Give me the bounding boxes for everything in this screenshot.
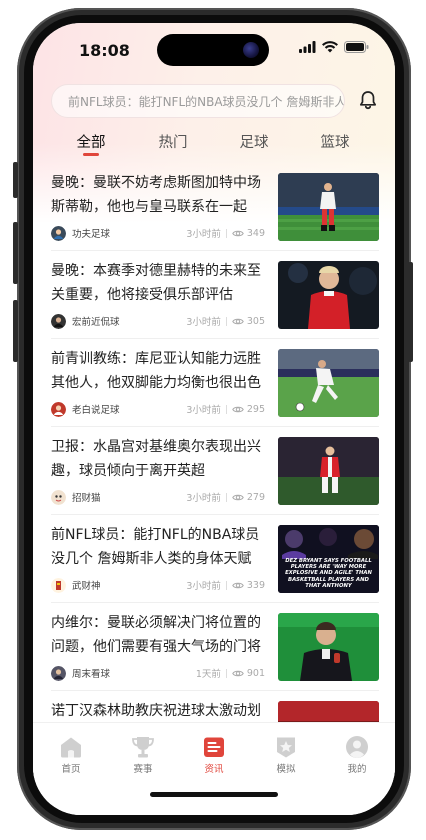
tabbar-item-news[interactable]: 资讯	[184, 735, 244, 775]
author-name: 功夫足球	[72, 229, 111, 240]
active-tab-indicator	[83, 153, 99, 156]
tabbar-label: 赛事	[133, 764, 153, 775]
view-count: 295	[246, 403, 265, 415]
search-bar[interactable]: 前NFL球员：能打NFL的NBA球员没几个 詹姆斯非人类	[51, 84, 345, 118]
meta-separator	[225, 316, 227, 326]
author-avatar	[51, 489, 66, 505]
home-icon	[61, 737, 81, 758]
author-avatar	[51, 313, 66, 329]
eye-icon	[232, 582, 244, 588]
side-button-action	[13, 162, 18, 198]
eye-icon	[232, 318, 244, 324]
news-title: 内维尔：曼联必须解决门将位置的问题，他们需要有强大气场的门将	[51, 615, 261, 655]
tab-football[interactable]: 足球	[240, 131, 269, 152]
home-indicator[interactable]	[150, 792, 278, 797]
meta-separator	[225, 668, 227, 678]
view-count: 339	[246, 579, 265, 591]
wifi-icon	[322, 41, 338, 53]
side-button-volume-up	[13, 222, 18, 284]
news-icon	[204, 737, 224, 757]
meta-separator	[225, 580, 227, 590]
news-meta: 老白说足球 3小时前 295	[51, 400, 265, 418]
news-title: 卫报：水晶宫对基维奥尔表现出兴趣，球员倾向于离开英超	[51, 439, 261, 479]
news-thumbnail	[278, 437, 379, 505]
publish-time: 1天前	[195, 669, 221, 680]
author-name: 武财神	[72, 581, 101, 592]
news-item[interactable]: 前青训教练：库尼亚认知能力远胜其他人，他双脚能力均衡也很出色 老白说足球 3小时…	[33, 339, 395, 427]
view-count: 305	[246, 315, 265, 327]
side-button-power	[408, 262, 413, 362]
publish-time: 3小时前	[186, 405, 221, 416]
side-button-volume-down	[13, 300, 18, 362]
news-meta: 周末看球 1天前 901	[51, 664, 265, 682]
tabbar-item-home[interactable]: 首页	[41, 735, 101, 775]
view-count: 901	[246, 667, 265, 679]
search-placeholder: 前NFL球员：能打NFL的NBA球员没几个 詹姆斯非人类	[68, 94, 345, 109]
eye-icon	[232, 406, 244, 412]
news-title: 前青训教练：库尼亚认知能力远胜其他人，他双脚能力均衡也很出色	[51, 351, 261, 391]
star-badge-icon	[277, 737, 295, 758]
tabbar-item-profile[interactable]: 我的	[327, 735, 387, 775]
author-avatar	[51, 225, 66, 241]
meta-separator	[225, 492, 227, 502]
trophy-icon	[132, 737, 154, 758]
author-avatar	[51, 401, 66, 417]
author-avatar	[51, 665, 66, 681]
eye-icon	[232, 670, 244, 676]
bottom-tab-bar: 首页 赛事 资讯 模拟 我的	[33, 723, 395, 815]
author-name: 老白说足球	[72, 405, 120, 416]
dynamic-island	[157, 34, 269, 66]
signal-icon	[299, 41, 316, 53]
publish-time: 3小时前	[186, 493, 221, 504]
news-meta: 功夫足球 3小时前 349	[51, 224, 265, 242]
author-name: 周末看球	[72, 669, 111, 680]
news-title: 曼晚：本赛季对德里赫特的未来至关重要，他将接受俱乐部评估	[51, 263, 261, 303]
tabbar-item-events[interactable]: 赛事	[113, 735, 173, 775]
author-avatar	[51, 577, 66, 593]
news-meta: 武财神 3小时前 339	[51, 576, 265, 594]
news-thumbnail	[278, 613, 379, 681]
news-thumbnail	[278, 349, 379, 417]
publish-time: 3小时前	[186, 317, 221, 328]
news-item[interactable]: 卫报：水晶宫对基维奥尔表现出兴趣，球员倾向于离开英超 招财猫 3小时前 279	[33, 427, 395, 515]
news-item[interactable]: 曼晚：本赛季对德里赫特的未来至关重要，他将接受俱乐部评估 宏前近侃球 3小时前 …	[33, 251, 395, 339]
meta-separator	[225, 404, 227, 414]
news-title: 曼晚：曼联不妨考虑斯图加特中场斯蒂勒，他也与皇马联系在一起	[51, 175, 261, 215]
news-meta: 宏前近侃球 3小时前 305	[51, 312, 265, 330]
tabbar-label: 首页	[61, 764, 81, 775]
view-count: 349	[246, 227, 265, 239]
tab-basketball[interactable]: 篮球	[321, 131, 350, 152]
meta-separator	[225, 228, 227, 238]
view-count: 279	[246, 491, 265, 503]
camera-icon	[243, 42, 259, 58]
status-icons	[299, 41, 369, 53]
news-item[interactable]: 前NFL球员：能打NFL的NBA球员没几个 詹姆斯非人类的身体天赋 武财神 3小…	[33, 515, 395, 603]
news-item[interactable]: 内维尔：曼联必须解决门将位置的问题，他们需要有强大气场的门将 周末看球 1天前 …	[33, 603, 395, 691]
tabbar-label: 我的	[347, 764, 367, 775]
news-thumbnail	[278, 173, 379, 241]
publish-time: 3小时前	[186, 229, 221, 240]
tabbar-label: 资讯	[204, 764, 224, 775]
publish-time: 3小时前	[186, 581, 221, 592]
status-time: 18:08	[79, 41, 130, 60]
news-item[interactable]: 曼晚：曼联不妨考虑斯图加特中场斯蒂勒，他也与皇马联系在一起 功夫足球 3小时前 …	[33, 163, 395, 251]
author-name: 招财猫	[72, 493, 101, 504]
bell-icon[interactable]	[357, 89, 379, 111]
category-tabs: 全部 热门 足球 篮球	[33, 127, 395, 163]
battery-icon	[344, 41, 369, 53]
profile-icon	[346, 736, 368, 758]
tab-hot[interactable]: 热门	[159, 131, 188, 152]
tabbar-label: 模拟	[276, 764, 296, 775]
tab-all[interactable]: 全部	[77, 131, 106, 152]
eye-icon	[232, 494, 244, 500]
news-title: 前NFL球员：能打NFL的NBA球员没几个 詹姆斯非人类的身体天赋	[51, 527, 260, 567]
news-thumbnail	[278, 261, 379, 329]
news-thumbnail: DEZ BRYANT SAYS FOOTBALL PLAYERS ARE 'WA…	[278, 525, 379, 593]
author-name: 宏前近侃球	[72, 317, 120, 328]
thumbnail-caption: DEZ BRYANT SAYS FOOTBALL PLAYERS ARE 'WA…	[285, 558, 372, 589]
eye-icon	[232, 230, 244, 236]
tabbar-item-simulate[interactable]: 模拟	[256, 735, 316, 775]
news-meta: 招财猫 3小时前 279	[51, 488, 265, 506]
app-screen: 18:08 前NFL球员：能打NFL的NBA球员没几个 詹姆斯非人类 全部 热门…	[33, 23, 395, 815]
